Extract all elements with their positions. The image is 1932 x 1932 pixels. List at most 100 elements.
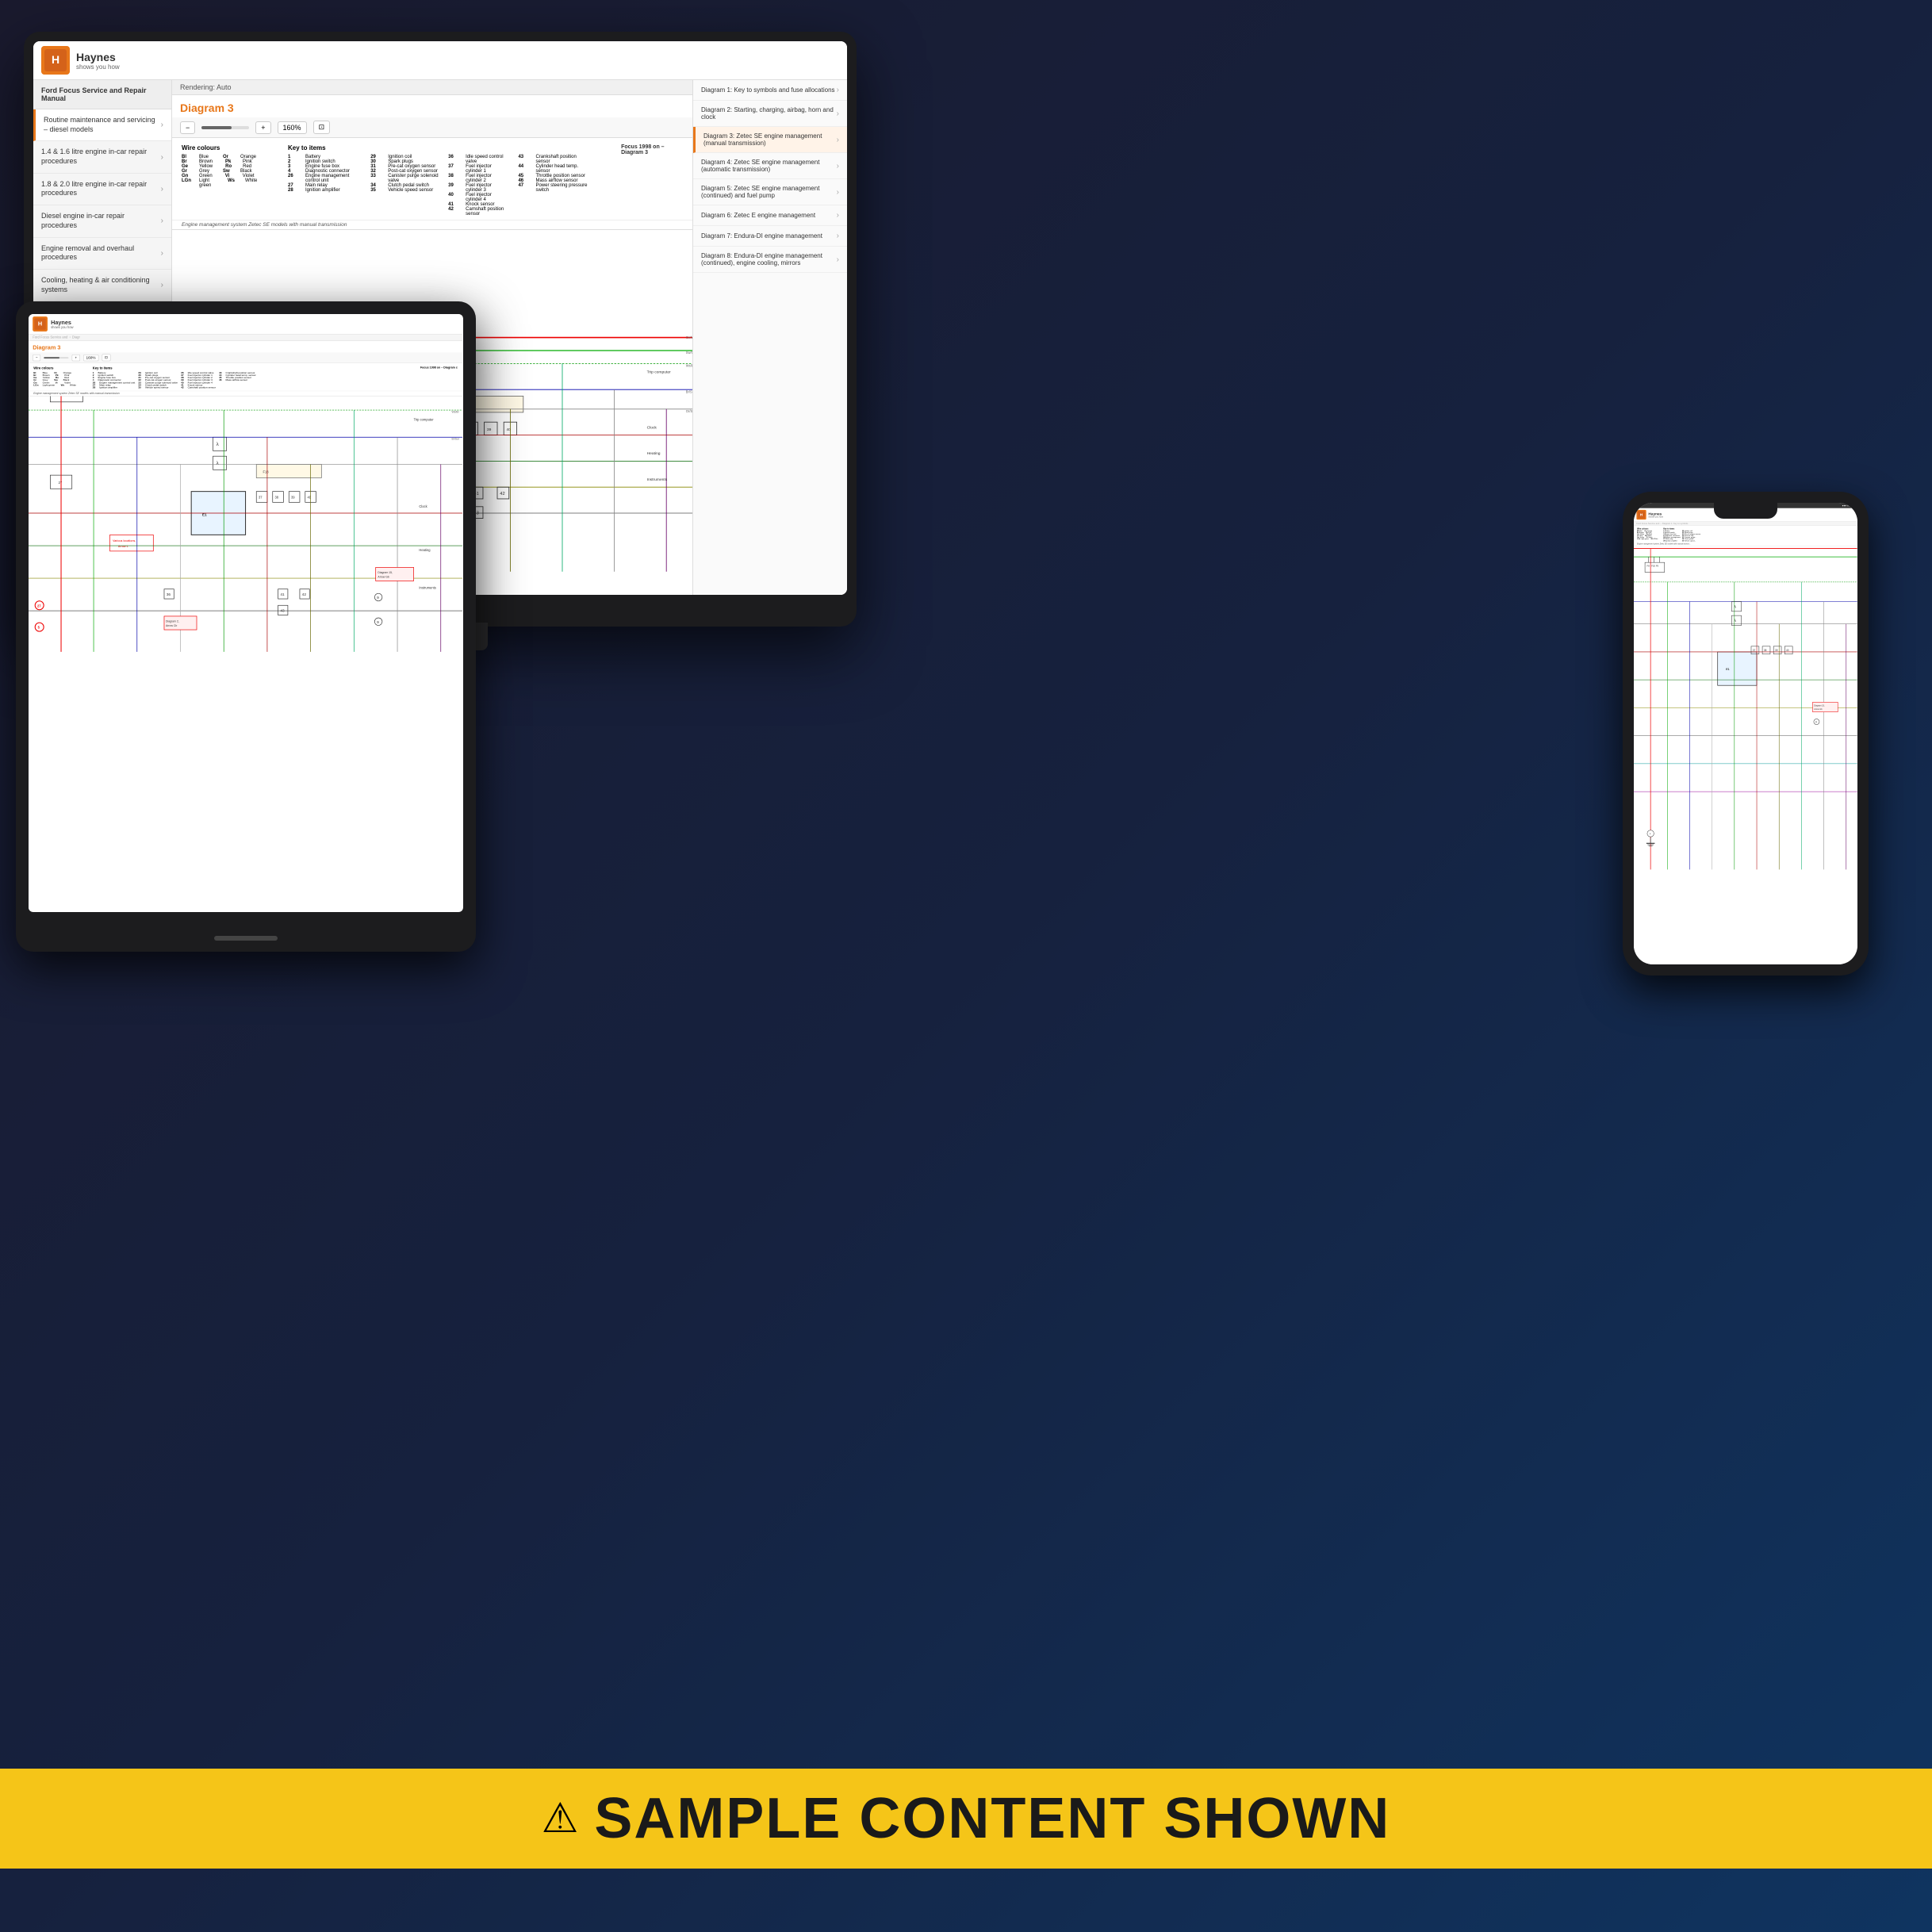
svg-text:Trip computer: Trip computer: [647, 370, 671, 375]
sidebar-item-6[interactable]: Cooling, heating & air conditioning syst…: [33, 270, 171, 301]
diagram-chevron-7: ›: [837, 232, 839, 240]
ipad-app-header: H Haynes shows you how: [29, 314, 462, 334]
phone-screen: 9:41 ●●● WiFi ■ H Haynes shows you how: [1634, 503, 1857, 964]
zoom-in-button[interactable]: +: [255, 121, 270, 134]
svg-text:Br/Sur: Br/Sur: [451, 438, 460, 441]
zoom-level: 160%: [278, 121, 307, 134]
svg-text:43: 43: [280, 608, 285, 613]
diagram-toolbar: − + 160% ⊡: [172, 117, 692, 138]
ipad-zoom-in[interactable]: +: [72, 355, 80, 361]
ipad-brand-tagline: shows you how: [51, 325, 73, 329]
svg-text:Heating: Heating: [419, 548, 431, 552]
engine-label: Engine management system Zetec SE models…: [172, 220, 692, 230]
ipad-wiring-svg-area: F8 F20 F9 E1 Various locations,: [29, 396, 462, 654]
svg-text:Diagram 15,: Diagram 15,: [1814, 705, 1825, 707]
chevron-icon-6: ›: [161, 280, 163, 290]
svg-text:Diagram 15,: Diagram 15,: [378, 571, 393, 574]
ipad-diagram-title: Diagram 3: [29, 341, 462, 353]
fit-button[interactable]: ⊡: [313, 121, 331, 134]
breadcrumb-section: Diagr: [72, 335, 80, 339]
svg-text:H: H: [1640, 512, 1643, 517]
phone-device: 9:41 ●●● WiFi ■ H Haynes shows you how: [1623, 492, 1869, 976]
chevron-icon-5: ›: [161, 248, 163, 259]
diagram-list-item-5[interactable]: Diagram 5: Zetec SE engine management (c…: [693, 179, 847, 205]
sidebar-item-1[interactable]: Routine maintenance and servicing – dies…: [33, 109, 171, 141]
ipad-fit[interactable]: ⊡: [102, 354, 110, 361]
svg-text:36: 36: [167, 592, 171, 597]
svg-text:9: 9: [377, 620, 379, 625]
svg-text:Clock: Clock: [419, 504, 427, 508]
svg-text:Arrow Cb: Arrow Cb: [166, 624, 177, 627]
haynes-app-ipad: H Haynes shows you how Ford Focus Servic…: [29, 314, 462, 911]
svg-text:40: 40: [1786, 649, 1789, 652]
ipad-screen: H Haynes shows you how Ford Focus Servic…: [29, 314, 463, 912]
diagram-chevron-5: ›: [837, 188, 839, 197]
phone-time: 9:41: [1637, 504, 1642, 507]
chevron-icon-1: ›: [161, 120, 163, 130]
phone-wiring-svg: F8 F20 F9 E1: [1634, 546, 1857, 869]
svg-text:9: 9: [1815, 720, 1817, 723]
svg-text:42: 42: [500, 492, 504, 496]
haynes-brand: Haynes shows you how: [76, 51, 120, 71]
diagram-chevron-1: ›: [837, 86, 839, 94]
breadcrumb-book: Ford Focus Service and: [33, 335, 67, 339]
content-header: Rendering: Auto: [172, 80, 692, 95]
ipad-key-title: Key to items: [93, 366, 256, 370]
sidebar-item-2[interactable]: 1.4 & 1.6 litre engine in-car repair pro…: [33, 141, 171, 173]
phone-status-icons: ●●● WiFi ■: [1842, 504, 1854, 507]
svg-text:41: 41: [280, 592, 285, 597]
app-header: H Haynes shows you how: [33, 41, 847, 80]
ipad-haynes-logo: H: [33, 316, 48, 332]
svg-text:9: 9: [377, 596, 379, 600]
ipad-zoom-out[interactable]: −: [33, 355, 40, 361]
phone-haynes-logo: H: [1636, 510, 1646, 519]
ipad-diagram-header: Wire colours BlBlueOrOrange BrBrownPkPin…: [29, 363, 462, 391]
diagram-list-item-7[interactable]: Diagram 7: Endura-DI engine management ›: [693, 226, 847, 247]
ipad-app-content: Diagram 3 − + 160% ⊡ Wire colours: [29, 341, 462, 911]
ipad-focus-title: Focus 1998 on – Diagram c: [420, 366, 458, 389]
breadcrumb-sep: ›: [69, 335, 70, 339]
diagram-focus-title: Focus 1998 on – Diagram 3: [621, 144, 683, 217]
ipad-wiring-content: Wire colours BlBlueOrOrange BrBrownPkPin…: [29, 363, 462, 911]
svg-text:37: 37: [1753, 649, 1756, 652]
svg-text:H: H: [52, 53, 59, 66]
svg-text:42: 42: [302, 592, 307, 597]
svg-text:37: 37: [259, 496, 263, 500]
sidebar-item-3[interactable]: 1.8 & 2.0 litre engine in-car repair pro…: [33, 174, 171, 205]
svg-text:38: 38: [274, 496, 278, 500]
svg-text:38: 38: [1764, 649, 1767, 652]
svg-text:Diagram 2,: Diagram 2,: [166, 619, 179, 623]
ipad-zoom-level: 160%: [83, 355, 98, 361]
svg-text:Br/Sur: Br/Sur: [686, 389, 692, 393]
svg-text:Or/Sw: Or/Sw: [686, 409, 692, 413]
svg-text:Trip computer: Trip computer: [414, 418, 435, 422]
diagram-chevron-6: ›: [837, 211, 839, 220]
diagram-list-item-4[interactable]: Diagram 4: Zetec SE engine management (a…: [693, 153, 847, 179]
diagram-list-item-8[interactable]: Diagram 8: Endura-DI engine management (…: [693, 247, 847, 273]
sidebar-item-5[interactable]: Engine removal and overhaul procedures ›: [33, 238, 171, 270]
sample-text: SAMPLE CONTENT SHOWN: [594, 1786, 1390, 1851]
svg-text:39: 39: [1775, 649, 1778, 652]
sidebar-item-4[interactable]: Diesel engine in-car repair procedures ›: [33, 205, 171, 237]
diagram-list-item-1[interactable]: Diagram 1: Key to symbols and fuse alloc…: [693, 80, 847, 101]
svg-text:F9: F9: [1656, 564, 1659, 567]
svg-text:Instruments: Instruments: [647, 477, 668, 482]
svg-text:39: 39: [291, 496, 295, 500]
zoom-out-button[interactable]: −: [180, 121, 195, 134]
svg-text:Sw/Or: Sw/Or: [686, 351, 692, 355]
ipad-wire-title: Wire colours: [33, 366, 76, 370]
svg-text:E1: E1: [1726, 668, 1729, 671]
diagram-list-item-2[interactable]: Diagram 2: Starting, charging, airbag, h…: [693, 101, 847, 127]
diagram-list-item-3[interactable]: Diagram 3: Zetec SE engine management (m…: [693, 127, 847, 153]
ipad-breadcrumb: Ford Focus Service and › Diagr: [29, 334, 462, 340]
key-items-title: Key to items: [288, 144, 589, 151]
svg-text:39: 39: [487, 427, 492, 432]
svg-text:Arrow L: Arrow L: [118, 545, 128, 548]
svg-text:40: 40: [308, 496, 312, 500]
diagram-list-item-6[interactable]: Diagram 6: Zetec E engine management ›: [693, 205, 847, 226]
phone-haynes-brand: Haynes shows you how: [1648, 512, 1663, 519]
haynes-app-phone: 9:41 ●●● WiFi ■ H Haynes shows you how: [1634, 503, 1857, 964]
wire-colours-box: Wire colours BlBlueOrOrange BrBrownPkPin…: [182, 144, 256, 217]
svg-text:F20: F20: [1651, 564, 1655, 567]
key-items-box: Key to items 1Battery 2Ignition switch 3…: [288, 144, 589, 217]
